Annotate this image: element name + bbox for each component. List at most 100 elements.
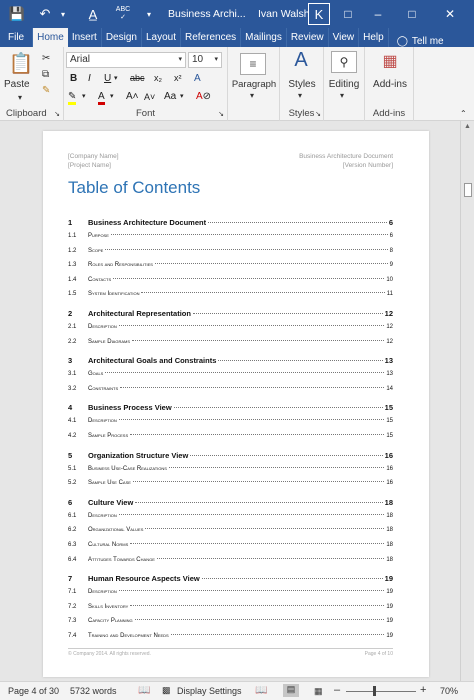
- change-case-icon[interactable]: Aa: [164, 91, 176, 102]
- clear-formatting-icon[interactable]: A⊘: [196, 91, 211, 102]
- tab-file[interactable]: File: [0, 28, 34, 47]
- tab-mailings[interactable]: Mailings: [241, 28, 287, 47]
- cut-icon[interactable]: ✂: [42, 53, 50, 64]
- word-count[interactable]: 5732 words: [70, 686, 117, 696]
- subscript-icon[interactable]: x₂: [154, 73, 162, 83]
- toc-entry[interactable]: 7.1 Description 19: [68, 589, 393, 595]
- tab-layout[interactable]: Layout: [142, 28, 181, 47]
- toc-entry[interactable]: 1.2 Scope 8: [68, 248, 393, 254]
- maximize-icon[interactable]: □: [398, 0, 426, 28]
- toc-entry[interactable]: 2.1 Description 12: [68, 324, 393, 330]
- save-icon[interactable]: 💾: [6, 0, 28, 28]
- spelling-icon[interactable]: ABC ✓: [112, 0, 134, 28]
- undo-dropdown-icon[interactable]: ▾: [52, 0, 74, 28]
- document-area[interactable]: [Company Name] [Project Name] Business A…: [0, 121, 460, 681]
- toc-entry[interactable]: 1.5 System Identification 11: [68, 291, 393, 297]
- tell-me-box[interactable]: ◯ Tell me: [389, 36, 444, 47]
- highlight-dropdown-icon[interactable]: ▾: [82, 92, 86, 100]
- tab-review[interactable]: Review: [287, 28, 329, 47]
- collapse-ribbon-icon[interactable]: ⌃: [460, 109, 467, 118]
- read-mode-icon[interactable]: 📖: [255, 685, 267, 696]
- font-size-dropdown-icon[interactable]: ▾: [214, 55, 218, 63]
- font-launcher-icon[interactable]: ↘: [218, 110, 224, 118]
- font-name-dropdown-icon[interactable]: ▾: [178, 55, 182, 63]
- toc-entry[interactable]: 1.4 Contacts 10: [68, 277, 393, 283]
- toc-entry[interactable]: 6.4 Attitudes Towards Change 18: [68, 557, 393, 563]
- display-settings-icon[interactable]: ▩: [162, 685, 171, 696]
- avatar[interactable]: K: [308, 3, 330, 25]
- paste-dropdown-icon[interactable]: ▾: [18, 93, 22, 102]
- zoom-in-icon[interactable]: +: [420, 684, 426, 696]
- close-icon[interactable]: ✕: [436, 0, 464, 28]
- tab-help[interactable]: Help: [359, 28, 389, 47]
- format-painter-icon[interactable]: ✎: [42, 85, 50, 96]
- vertical-scrollbar[interactable]: ▲: [460, 121, 474, 681]
- toc-entry[interactable]: 4.1 Description 15: [68, 418, 393, 424]
- minimize-icon[interactable]: –: [364, 0, 392, 28]
- clipboard-launcher-icon[interactable]: ↘: [54, 110, 60, 118]
- proofing-icon[interactable]: 📖: [138, 685, 150, 696]
- styles-icon[interactable]: A: [288, 49, 314, 72]
- zoom-out-icon[interactable]: –: [334, 684, 340, 696]
- toc-entry[interactable]: 6.2 Organizational Values 18: [68, 527, 393, 533]
- superscript-icon[interactable]: x²: [174, 73, 182, 83]
- italic-icon[interactable]: I: [88, 73, 91, 84]
- font-name-box[interactable]: Arial ▾: [66, 52, 186, 68]
- scroll-thumb[interactable]: [464, 183, 472, 197]
- toc-entry[interactable]: 5 Organization Structure View 16: [68, 451, 393, 460]
- change-case-dropdown-icon[interactable]: ▾: [180, 92, 184, 100]
- paste-button[interactable]: Paste: [4, 79, 30, 90]
- font-color-dropdown-icon[interactable]: ▾: [110, 92, 114, 100]
- styles-launcher-icon[interactable]: ↘: [315, 110, 321, 118]
- toc-entry[interactable]: 7.2 Skills Inventory 19: [68, 604, 393, 610]
- underline-dropdown-icon[interactable]: ▾: [114, 74, 118, 82]
- toc-entry[interactable]: 3.1 Goals 13: [68, 371, 393, 377]
- display-settings-button[interactable]: Display Settings: [177, 686, 242, 696]
- toc-entry[interactable]: 5.1 Business Use-Case Realizations 16: [68, 466, 393, 472]
- toc-entry[interactable]: 2 Architectural Representation 12: [68, 309, 393, 318]
- paragraph-group[interactable]: ≡ Paragraph ▾: [228, 47, 280, 121]
- toc-entry[interactable]: 3 Architectural Goals and Constraints 13: [68, 356, 393, 365]
- styles-button[interactable]: Styles: [280, 79, 324, 90]
- toc-entry[interactable]: 6.3 Cultural Norms 18: [68, 542, 393, 548]
- toc-entry[interactable]: 4 Business Process View 15: [68, 403, 393, 412]
- tab-view[interactable]: View: [329, 28, 360, 47]
- tab-design[interactable]: Design: [102, 28, 142, 47]
- web-layout-icon[interactable]: ▦: [314, 686, 323, 697]
- user-name[interactable]: Ivan Walsh: [258, 8, 310, 20]
- toc-entry[interactable]: 5.2 Sample Use Case 16: [68, 480, 393, 486]
- toc-entry[interactable]: 6 Culture View 18: [68, 498, 393, 507]
- print-layout-icon[interactable]: ▤: [283, 684, 299, 697]
- toc-entry[interactable]: 1 Business Architecture Document 6: [68, 218, 393, 227]
- editing-group[interactable]: ⚲ Editing ▾: [324, 47, 364, 121]
- toc-entry[interactable]: 6.1 Description 18: [68, 513, 393, 519]
- font-color-icon[interactable]: A̲: [82, 0, 104, 28]
- strikethrough-icon[interactable]: abc: [130, 73, 145, 83]
- styles-dropdown-icon[interactable]: ▾: [298, 91, 302, 100]
- tab-insert[interactable]: Insert: [68, 28, 102, 47]
- text-effects-icon[interactable]: A: [194, 73, 201, 84]
- toc-entry[interactable]: 7.4 Training and Development Needs 19: [68, 633, 393, 639]
- document-page[interactable]: [Company Name] [Project Name] Business A…: [43, 131, 429, 677]
- scroll-up-icon[interactable]: ▲: [464, 123, 471, 130]
- customize-toolbar-icon[interactable]: ▾: [138, 0, 160, 28]
- toc-entry[interactable]: 1.1 Purpose 6: [68, 233, 393, 239]
- font-shrink-icon[interactable]: A˅: [144, 92, 155, 102]
- font-color-button-icon[interactable]: A: [98, 91, 105, 105]
- font-size-box[interactable]: 10 ▾: [188, 52, 222, 68]
- addins-button[interactable]: Add-ins: [365, 79, 415, 90]
- page-count[interactable]: Page 4 of 30: [8, 686, 59, 696]
- font-grow-icon[interactable]: A˄: [126, 91, 139, 102]
- toc-entry[interactable]: 1.3 Roles and Responsibilities 9: [68, 262, 393, 268]
- ribbon-display-icon[interactable]: □: [334, 0, 362, 28]
- bold-icon[interactable]: B: [70, 73, 77, 84]
- zoom-level[interactable]: 70%: [440, 686, 458, 696]
- toc-entry[interactable]: 2.2 Sample Diagrams 12: [68, 339, 393, 345]
- highlight-icon[interactable]: ✎: [68, 91, 77, 105]
- addins-icon[interactable]: ▦: [377, 51, 403, 71]
- tab-references[interactable]: References: [181, 28, 242, 47]
- copy-icon[interactable]: ⧉: [42, 69, 49, 80]
- zoom-slider-thumb[interactable]: [373, 686, 376, 696]
- toc-entry[interactable]: 4.2 Sample Process 15: [68, 433, 393, 439]
- underline-icon[interactable]: U: [104, 73, 111, 84]
